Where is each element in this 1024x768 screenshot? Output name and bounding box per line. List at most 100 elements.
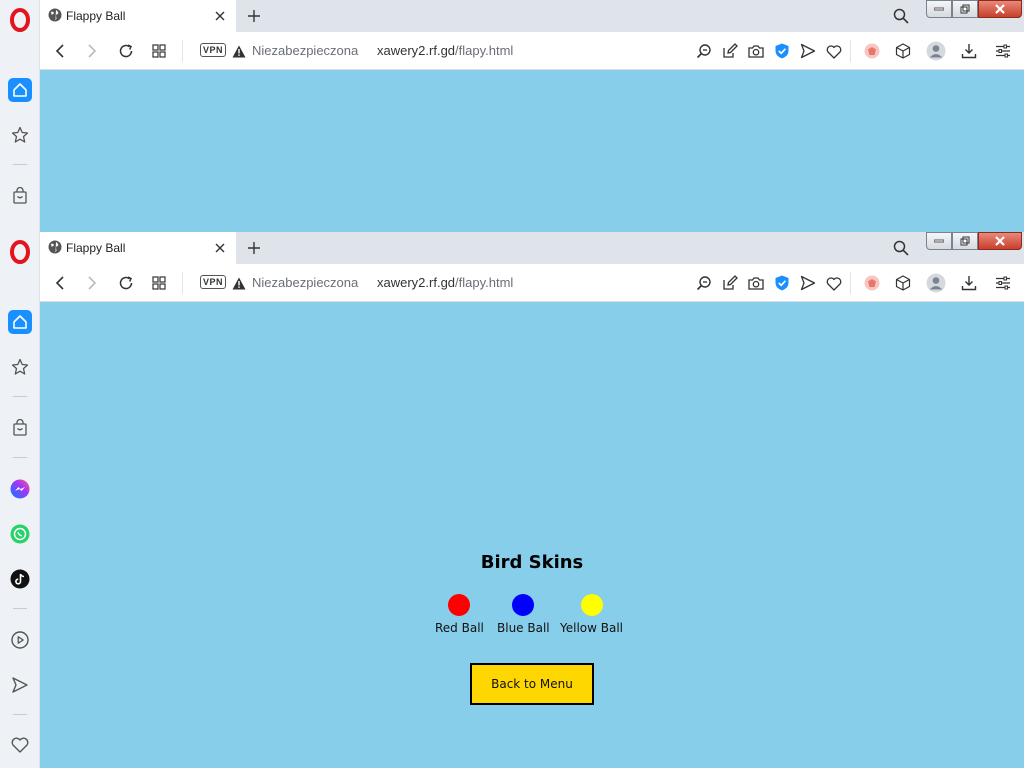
red-ball-swatch[interactable] (448, 594, 471, 616)
skin-option-blue[interactable]: Blue Ball (497, 594, 550, 635)
yellow-ball-swatch[interactable] (580, 594, 603, 616)
address-divider (850, 40, 851, 62)
address-bar: VPN Niezabezpieczona xawery2.rf.gd/flapy… (40, 32, 1024, 70)
tab-close-icon[interactable] (210, 238, 230, 258)
opera-sidebar (0, 0, 40, 768)
new-tab-icon[interactable] (244, 6, 264, 26)
sidebar-divider (13, 164, 27, 165)
globe-icon (48, 239, 62, 258)
reload-icon[interactable] (116, 41, 136, 61)
download-icon[interactable] (959, 41, 979, 61)
zoom-icon[interactable] (694, 273, 714, 293)
home-icon[interactable] (8, 310, 32, 334)
tiktok-icon[interactable] (8, 567, 32, 591)
bag-icon[interactable] (8, 184, 32, 208)
home-icon[interactable] (8, 78, 32, 102)
heart-icon[interactable] (824, 273, 844, 293)
url-text[interactable]: xawery2.rf.gd/flapy.html (377, 275, 513, 290)
messenger-icon[interactable] (8, 477, 32, 501)
address-divider (850, 272, 851, 294)
skin-option-yellow[interactable]: Yellow Ball (560, 594, 623, 635)
back-to-menu-button[interactable]: Back to Menu (470, 663, 594, 705)
sidebar-divider (13, 457, 27, 458)
browser-window-top: Flappy Ball VPN Niezabezpieczona xawery2… (40, 0, 1024, 70)
easy-setup-icon[interactable] (993, 41, 1013, 61)
cube-icon[interactable] (893, 41, 913, 61)
star-icon[interactable] (8, 123, 32, 147)
window-controls (926, 232, 1022, 250)
forward-arrow-icon[interactable] (82, 41, 102, 61)
easy-setup-icon[interactable] (993, 273, 1013, 293)
profile-avatar-icon[interactable] (926, 273, 946, 293)
star-icon[interactable] (8, 355, 32, 379)
url-host: xawery2.rf.gd (377, 43, 456, 58)
window-close-icon[interactable] (978, 232, 1022, 250)
warning-icon[interactable] (232, 43, 246, 62)
url-text[interactable]: xawery2.rf.gd/flapy.html (377, 43, 513, 58)
tabs-grid-icon[interactable] (149, 41, 169, 61)
extension-icon[interactable] (862, 273, 882, 293)
camera-icon[interactable] (746, 41, 766, 61)
camera-icon[interactable] (746, 273, 766, 293)
url-host: xawery2.rf.gd (377, 275, 456, 290)
skin-label: Red Ball (435, 621, 484, 635)
game-page: Bird Skins Red Ball Blue Ball Yellow Bal… (40, 302, 1024, 768)
minimize-icon[interactable] (926, 0, 952, 18)
url-path: /flapy.html (455, 275, 514, 290)
tab-close-icon[interactable] (210, 6, 230, 26)
security-status[interactable]: Niezabezpieczona (252, 275, 358, 290)
skin-label: Blue Ball (497, 621, 550, 635)
player-icon[interactable] (8, 628, 32, 652)
send-icon[interactable] (798, 273, 818, 293)
forward-arrow-icon[interactable] (82, 273, 102, 293)
tab-strip: Flappy Ball (40, 232, 1024, 264)
restore-icon[interactable] (952, 0, 978, 18)
extension-icon[interactable] (862, 41, 882, 61)
opera-logo-icon[interactable] (8, 8, 32, 32)
sidebar-divider (13, 714, 27, 715)
tabs-grid-icon[interactable] (149, 273, 169, 293)
new-tab-icon[interactable] (244, 238, 264, 258)
heart-icon[interactable] (824, 41, 844, 61)
skins-heading: Bird Skins (480, 552, 584, 573)
edit-share-icon[interactable] (720, 273, 740, 293)
back-arrow-icon[interactable] (50, 273, 70, 293)
skin-option-red[interactable]: Red Ball (435, 594, 484, 635)
skin-label: Yellow Ball (560, 621, 624, 635)
send-icon[interactable] (8, 673, 32, 697)
window-close-icon[interactable] (978, 0, 1022, 18)
back-arrow-icon[interactable] (50, 41, 70, 61)
cube-icon[interactable] (893, 273, 913, 293)
tab-flappy-ball[interactable]: Flappy Ball (40, 232, 236, 264)
vpn-badge[interactable]: VPN (200, 43, 227, 57)
tab-search-icon[interactable] (891, 238, 911, 258)
restore-icon[interactable] (952, 232, 978, 250)
globe-icon (48, 7, 62, 26)
edit-share-icon[interactable] (720, 41, 740, 61)
page-content-top (40, 70, 1024, 232)
zoom-icon[interactable] (694, 41, 714, 61)
whatsapp-icon[interactable] (8, 522, 32, 546)
reload-icon[interactable] (116, 273, 136, 293)
url-path: /flapy.html (455, 43, 514, 58)
security-status[interactable]: Niezabezpieczona (252, 43, 358, 58)
blue-ball-swatch[interactable] (512, 594, 535, 616)
window-controls (926, 0, 1022, 18)
warning-icon[interactable] (232, 275, 246, 294)
minimize-icon[interactable] (926, 232, 952, 250)
heart-icon[interactable] (8, 733, 32, 757)
opera-logo-icon[interactable] (8, 240, 32, 264)
send-icon[interactable] (798, 41, 818, 61)
adblock-shield-icon[interactable] (772, 41, 792, 61)
bag-icon[interactable] (8, 416, 32, 440)
download-icon[interactable] (959, 273, 979, 293)
tab-strip: Flappy Ball (40, 0, 1024, 32)
tab-flappy-ball[interactable]: Flappy Ball (40, 0, 236, 32)
sidebar-divider (13, 396, 27, 397)
tab-search-icon[interactable] (891, 6, 911, 26)
adblock-shield-icon[interactable] (772, 273, 792, 293)
address-divider (182, 272, 183, 294)
profile-avatar-icon[interactable] (926, 41, 946, 61)
address-divider (182, 40, 183, 62)
vpn-badge[interactable]: VPN (200, 275, 227, 289)
